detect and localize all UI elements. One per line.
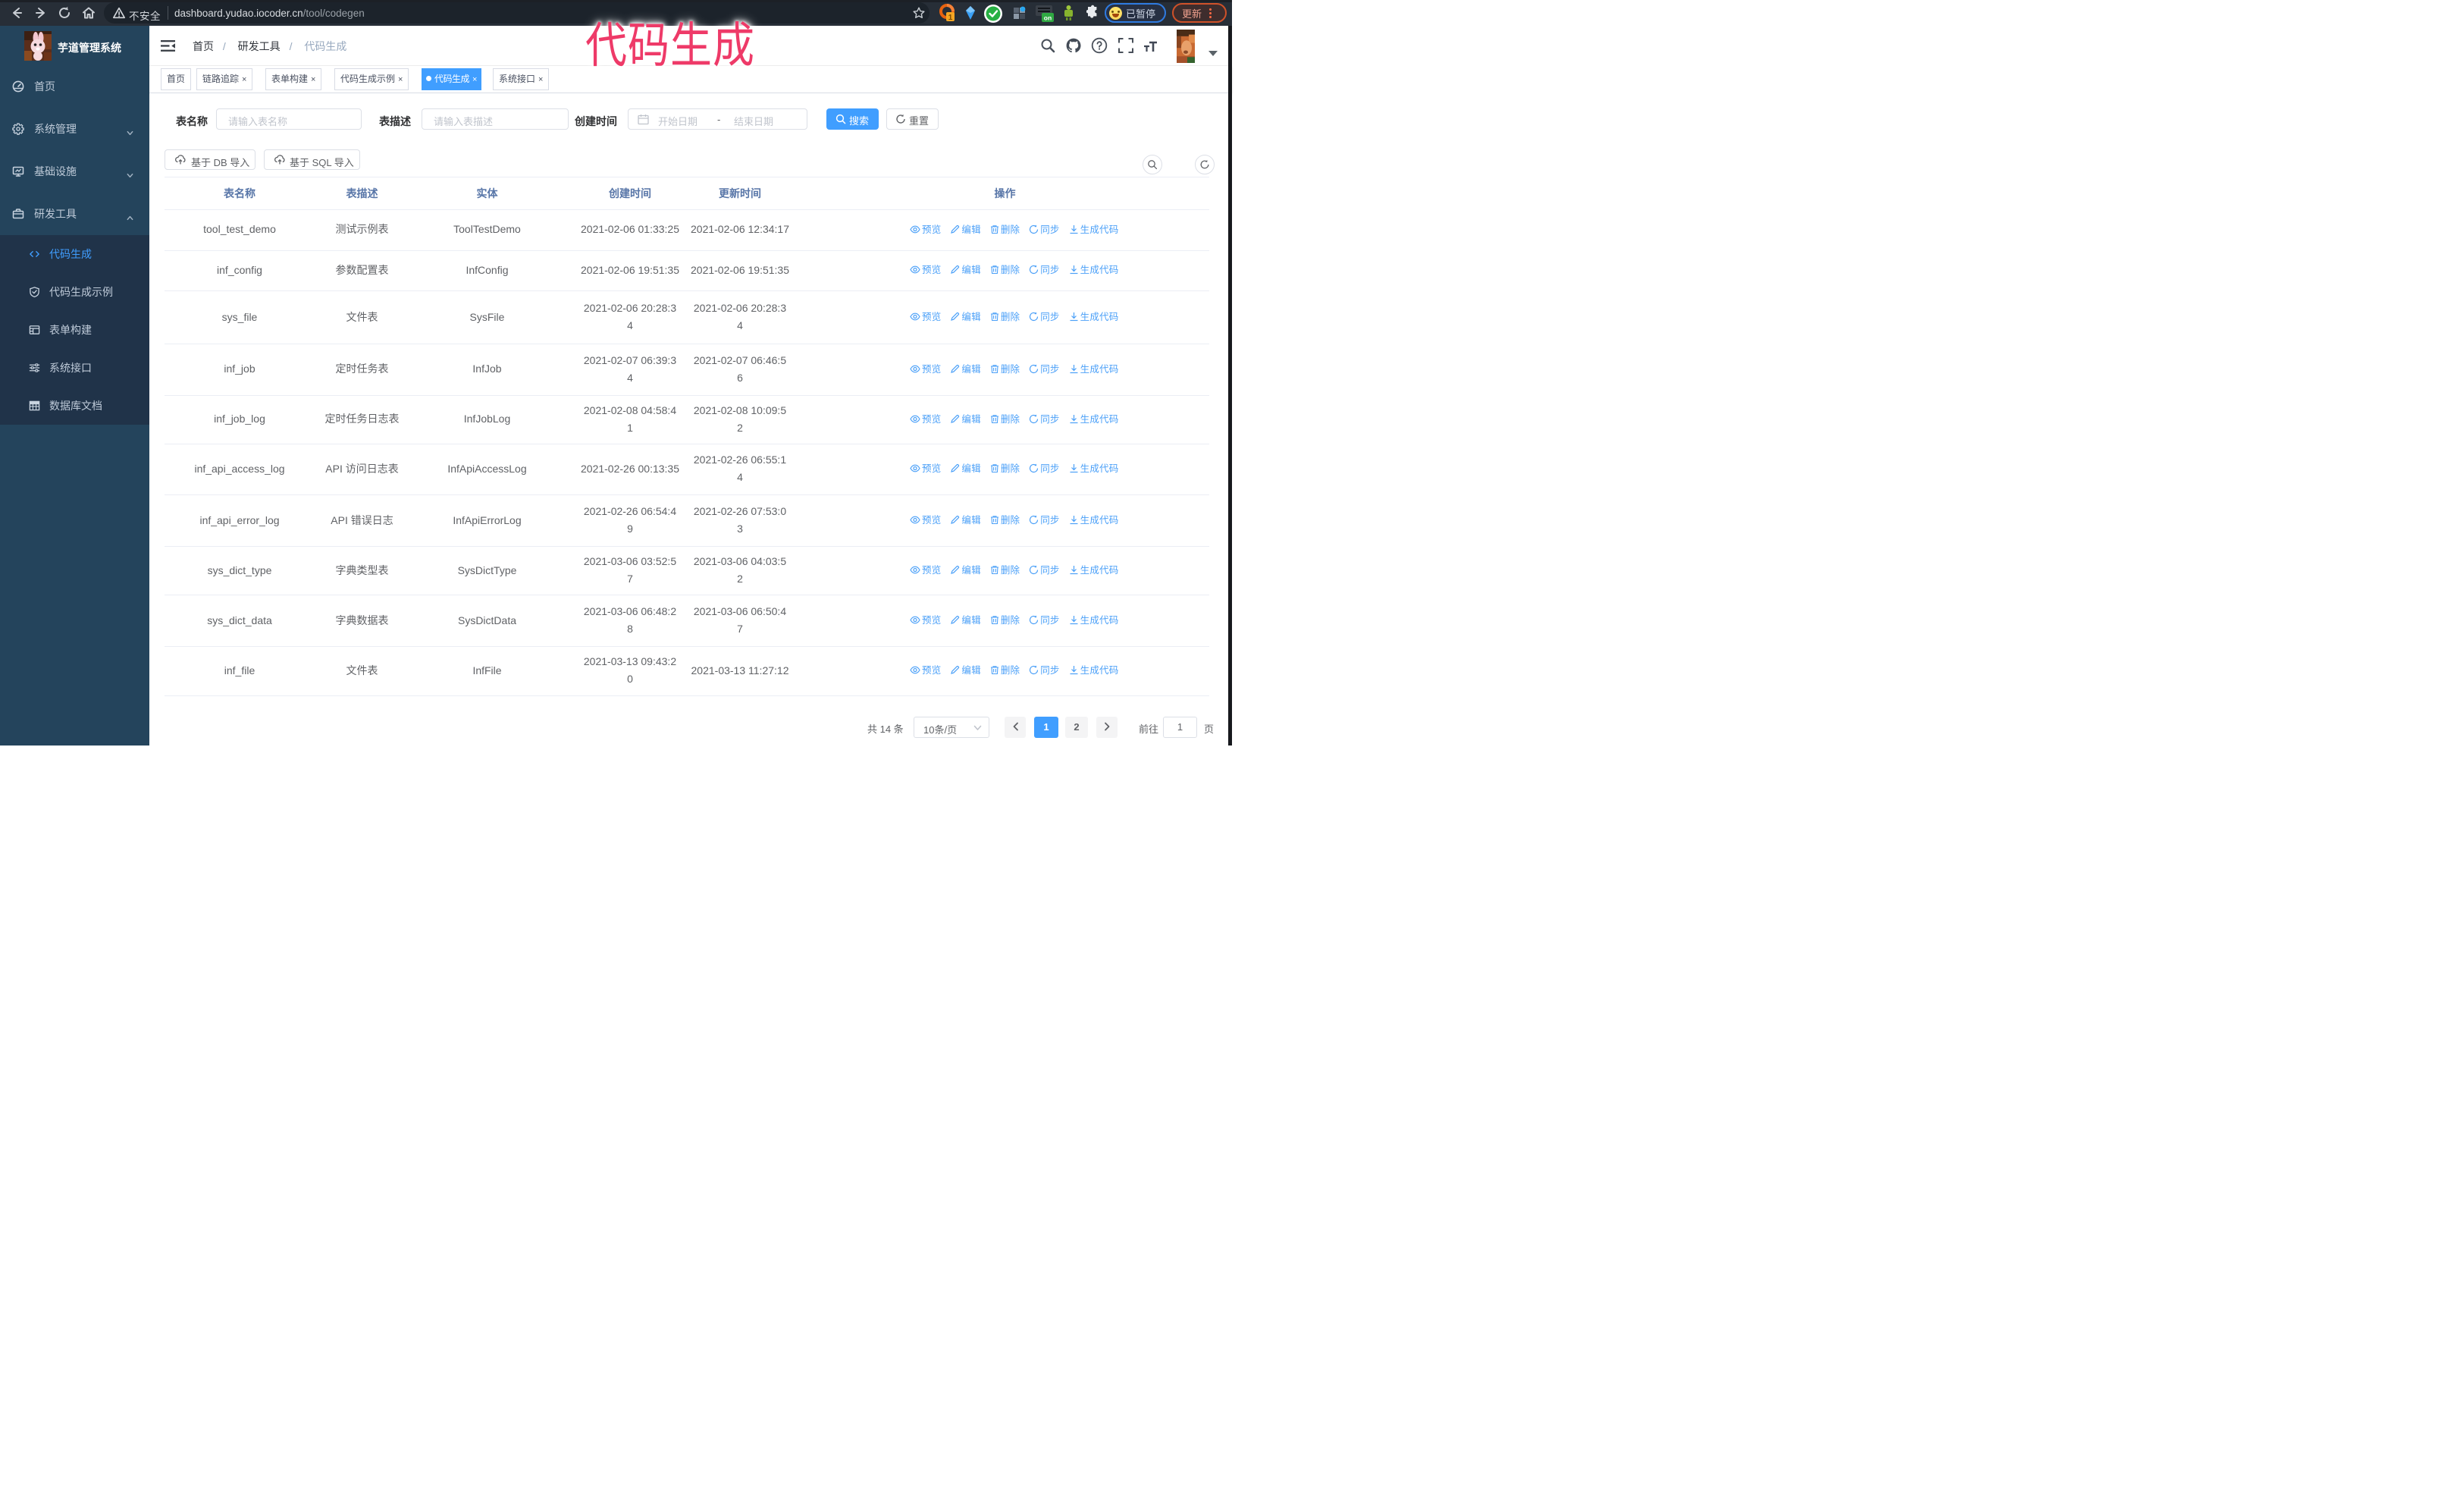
svg-text:on: on [1044, 14, 1052, 22]
svg-text:1: 1 [948, 14, 953, 22]
